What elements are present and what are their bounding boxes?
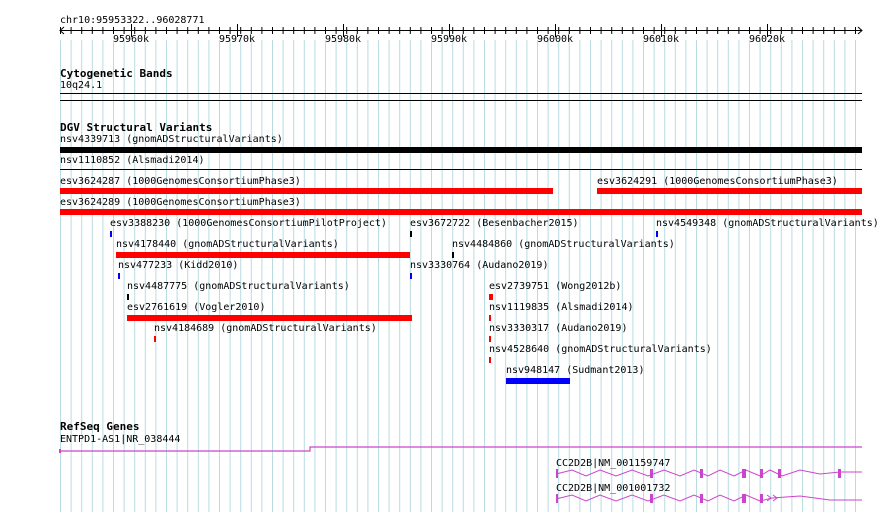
gene-model-cc2d2b-2 bbox=[555, 494, 862, 503]
genome-browser-view: chr10:95953322..96028771 95960k 95970k 959… bbox=[0, 0, 890, 512]
gene-model-entpd1-as1 bbox=[60, 446, 862, 452]
refseq-gene-models bbox=[59, 446, 862, 503]
gene-model-cc2d2b-1 bbox=[555, 469, 862, 478]
strand-arrow-icon bbox=[766, 494, 772, 502]
